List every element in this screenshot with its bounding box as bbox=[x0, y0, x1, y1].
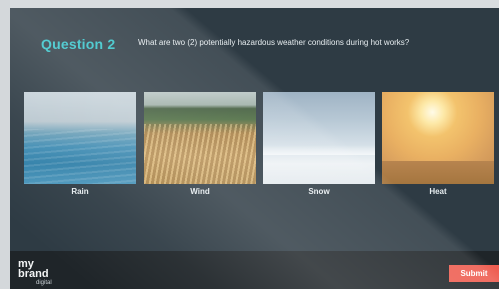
brand-logo: my brand digital bbox=[18, 259, 78, 287]
option-wind[interactable]: Wind bbox=[144, 92, 256, 202]
submit-button[interactable]: Submit bbox=[449, 265, 499, 282]
answer-options: Rain Wind Snow Heat bbox=[24, 92, 494, 202]
option-label-snow: Snow bbox=[308, 187, 330, 196]
option-heat[interactable]: Heat bbox=[382, 92, 494, 202]
heat-image bbox=[382, 92, 494, 184]
rain-image bbox=[24, 92, 136, 184]
option-label-heat: Heat bbox=[429, 187, 447, 196]
option-rain[interactable]: Rain bbox=[24, 92, 136, 202]
option-label-rain: Rain bbox=[71, 187, 89, 196]
snow-image bbox=[263, 92, 375, 184]
monitor-bezel-left bbox=[0, 0, 10, 289]
question-number: Question 2 bbox=[41, 36, 116, 52]
wind-image bbox=[144, 92, 256, 184]
option-snow[interactable]: Snow bbox=[263, 92, 375, 202]
quiz-screen: Question 2 What are two (2) potentially … bbox=[10, 8, 499, 289]
question-text: What are two (2) potentially hazardous w… bbox=[138, 38, 410, 47]
brand-logo-line3: digital bbox=[36, 280, 52, 286]
option-label-wind: Wind bbox=[190, 187, 210, 196]
footer-bar: my brand digital Submit bbox=[10, 251, 499, 289]
brand-logo-line2: brand bbox=[18, 268, 49, 280]
